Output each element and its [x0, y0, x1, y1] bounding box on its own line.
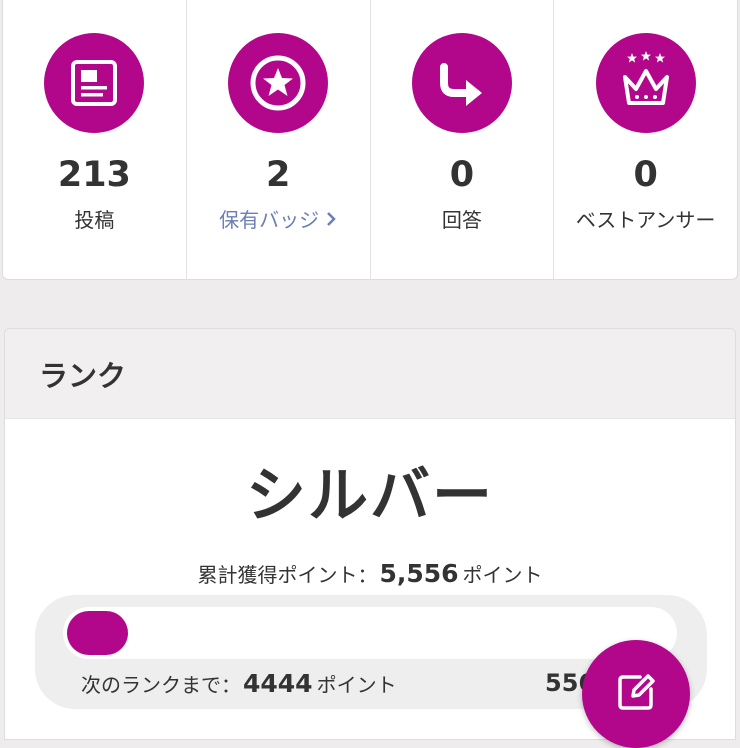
rank-progress-fill — [67, 611, 128, 655]
stat-best-answers[interactable]: 0 ベストアンサー — [554, 0, 737, 279]
stat-posts[interactable]: 213 投稿 — [3, 0, 187, 279]
document-icon — [44, 33, 145, 133]
badges-count: 2 — [265, 155, 291, 195]
total-points-value: 5,556 — [379, 559, 459, 588]
total-points-label: 累計獲得ポイント： — [197, 563, 378, 587]
crown-icon — [595, 33, 696, 133]
next-rank-value: 4444 — [243, 669, 313, 698]
total-points-line: 累計獲得ポイント：5,556 ポイント — [5, 559, 735, 588]
stat-badges[interactable]: 2 保有バッジ — [187, 0, 371, 279]
edit-icon — [612, 668, 660, 720]
best-answers-label: ベストアンサー — [575, 208, 716, 232]
next-rank-unit: ポイント — [316, 673, 397, 697]
badges-label: 保有バッジ — [219, 208, 320, 232]
star-badge-icon — [228, 33, 329, 133]
rank-name: シルバー — [246, 461, 494, 531]
compose-button[interactable] — [582, 640, 690, 748]
stats-card: 213 投稿 2 保有バッジ 0 回答 0 ベストアンサー — [2, 0, 738, 280]
chevron-right-icon — [325, 207, 337, 233]
answers-label: 回答 — [441, 208, 482, 232]
posts-label: 投稿 — [74, 208, 115, 232]
next-rank-label: 次のランクまで： — [81, 673, 241, 697]
total-points-unit: ポイント — [462, 563, 543, 587]
rank-progress-track — [63, 607, 677, 659]
badges-link[interactable]: 保有バッジ — [219, 207, 337, 233]
best-answers-count: 0 — [633, 155, 658, 195]
next-rank-line: 次のランクまで：4444 ポイント — [81, 669, 397, 698]
posts-count: 213 — [57, 155, 131, 195]
rank-header: ランク — [5, 329, 735, 419]
answers-count: 0 — [449, 155, 475, 195]
reply-arrow-icon — [411, 33, 512, 133]
stat-answers[interactable]: 0 回答 — [371, 0, 555, 279]
